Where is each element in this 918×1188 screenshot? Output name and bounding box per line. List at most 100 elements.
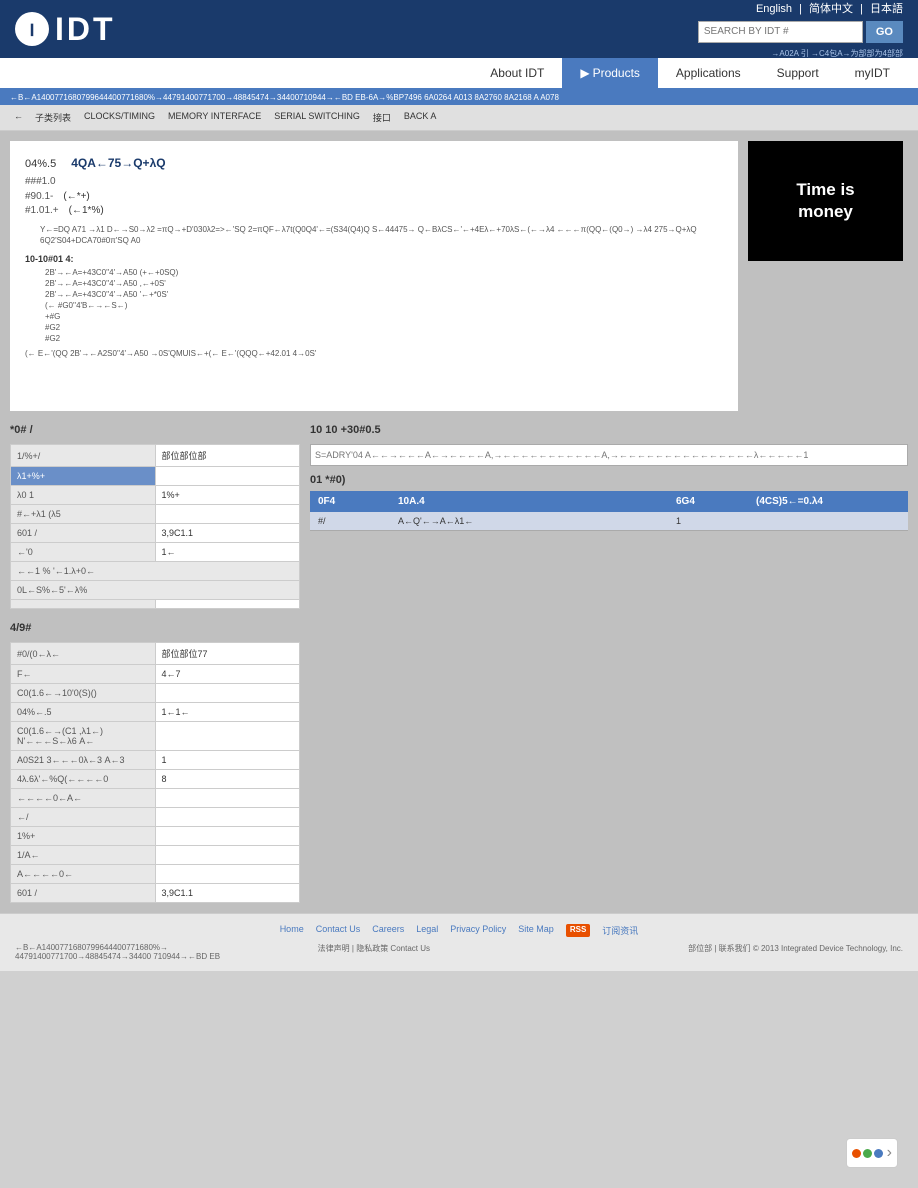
subnav-item-2[interactable]: CLOCKS/TIMING [79,109,160,126]
form-row: 0L←S%←5'←λ% [11,581,300,600]
col-header-4: (4CS)5←=0.λ4 [748,491,908,512]
list-item-3: 2B'→←A=+43C0''4'→A50 '←+*0S' [45,290,723,299]
order-form-full-table: #0/(0←λ← 部位部位77 F← 4←7 C0(1.6←→10'0(S)()… [10,642,300,903]
footer-col1-text: ←B←A1400771680799644400771680%→ 44791400… [15,943,220,961]
footer-link-privacy[interactable]: Privacy Policy [450,924,506,937]
lang-jp[interactable]: 日本語 [870,3,903,15]
order-form-table: 1/%+/ 部位部位部 λ1+%+ λ0 1 1%+ #←+λ1 (λ5 601… [10,444,300,609]
logo-text: IDT [55,11,116,48]
dot-green [863,1149,872,1158]
list-item-1: 2B'→←A=+43C0''4'→A50 (+←+0SQ) [45,268,723,277]
search-full-input[interactable] [315,450,903,460]
ticker-text: ←B←A1400771680799644400771680%→447914007… [10,93,559,102]
footer-link-legal[interactable]: Legal [416,924,438,937]
search-area: GO [698,21,903,43]
scroll-widget[interactable]: › [846,1138,898,1168]
subnav-item-5[interactable]: 接口 [368,109,396,126]
form-row: λ1+%+ [11,467,300,486]
subnav-item-6[interactable]: BACK A [399,109,442,126]
order-row: F← 4←7 [11,665,300,684]
order-row: ←/ [11,808,300,827]
order-row: 04%←.5 1←1← [11,703,300,722]
product-detail-box: 04%.5 4QA←75→Q+λQ ###1.0 #90.1- (←*+) #1… [10,141,738,411]
search-box-container [310,444,908,466]
header: ❙ IDT English | 简体中文 | 日本語 GO →A02A 引 →C… [0,0,918,58]
footer-col2: 法律声明 | 隐私政策 Contact Us [318,943,601,961]
part-number-row: 04%.5 4QA←75→Q+λQ [25,156,723,170]
footer: Home Contact Us Careers Legal Privacy Po… [0,913,918,971]
order-form-title: 4/9# [10,619,908,637]
search-button[interactable]: GO [866,21,903,43]
order-row: 4λ.6λ'←%Q(←←←←0 8 [11,770,300,789]
subnav-item-1[interactable]: 子类列表 [30,109,76,126]
order-row: C0(1.6←→(C1 ,λ1←) N'←←←S←λ6 A← [11,722,300,751]
footer-link-home[interactable]: Home [280,924,304,937]
product-note: (← E←'(QQ 2B'→←A2S0''4'→A50 →0S'QMUIS←+(… [25,349,723,358]
footer-link-careers[interactable]: Careers [372,924,404,937]
subnav-item-4[interactable]: SERIAL SWITCHING [269,109,365,126]
list-item-2: 2B'→←A=+43C0''4'→A50 ,←+0S' [45,279,723,288]
scroll-arrow-icon[interactable]: › [887,1144,892,1162]
footer-links: Home Contact Us Careers Legal Privacy Po… [15,924,903,937]
dot-red [852,1149,861,1158]
logo-icon: ❙ [15,12,49,46]
col-header-3: 6G4 [668,491,748,512]
form-row [11,600,300,609]
footer-link-sitemap[interactable]: Site Map [518,924,554,937]
form-row: ←←1 % '←1.λ+0← [11,562,300,581]
col-header-2: 10A.4 [390,491,668,512]
nav-item-myidt[interactable]: myIDT [837,58,908,88]
lang-en[interactable]: English [756,3,792,15]
ad-text: Time is money [796,179,854,223]
results-title: 01 *#0) [310,474,908,486]
subtitle2: #90.1- [25,191,53,202]
logo-area: ❙ IDT [15,11,116,48]
bottom-section: *0# / 1/%+/ 部位部位部 λ1+%+ λ0 1 1%+ #←+λ1 (… [0,421,918,619]
ticker-bar: ←B←A1400771680799644400771680%→447914007… [0,90,918,105]
header-right: English | 简体中文 | 日本語 GO →A02A 引 →C4包A→为部… [698,0,903,59]
search-results-section: 10 10 +30#0.5 01 *#0) 0F4 10A.4 6G4 (4CS… [310,421,908,609]
part-num-value: 4QA←75→Q+λQ [71,156,165,170]
subnav: ← 子类列表 CLOCKS/TIMING MEMORY INTERFACE SE… [0,105,918,131]
product-desc: Y←=DQ A71 →λ1 D←→S0→λ2 =πQ→+D'030λ2=>←'S… [40,224,723,246]
language-bar: English | 简体中文 | 日本語 [756,0,903,16]
order-form-section: 4/9# #0/(0←λ← 部位部位77 F← 4←7 C0(1.6←→10'0… [0,619,918,913]
main-area: 04%.5 4QA←75→Q+λQ ###1.0 #90.1- (←*+) #1… [0,131,918,421]
footer-link-contact[interactable]: Contact Us [316,924,361,937]
list-item-4: (← #G0''4'B←→←S←) [45,301,723,310]
order-row: ←←←←0←A← [11,789,300,808]
nav-item-about[interactable]: About IDT [472,58,562,88]
footer-columns: ←B←A1400771680799644400771680%→ 44791400… [15,943,903,961]
subtitle3-val: (←1*%) [69,205,104,216]
order-row: #0/(0←λ← 部位部位77 [11,643,300,665]
subnav-item-3[interactable]: MEMORY INTERFACE [163,109,266,126]
ad-box[interactable]: Time is money [748,141,903,261]
dot-blue [874,1149,883,1158]
header-sub-text: →A02A 引 →C4包A→为部部为4部部 [771,48,903,59]
subtitle1: ###1.0 [25,176,723,187]
list-header: 10-10#01 4: [25,254,723,264]
lang-cn[interactable]: 简体中文 [809,3,853,15]
footer-col2-text: 法律声明 | 隐私政策 Contact Us [318,944,430,953]
search-input[interactable] [698,21,863,43]
order-row: 601 / 3,9C1.1 [11,884,300,903]
results-table: 0F4 10A.4 6G4 (4CS)5←=0.λ4 #/ A←Q'←→A←λ1… [310,491,908,531]
order-row: 1/A← [11,846,300,865]
nav-item-products[interactable]: ▶ Products [562,58,658,88]
subnav-back[interactable]: ← [10,109,27,126]
order-row: A0S21 3←←←0λ←3 A←3 1 [11,751,300,770]
rss-badge[interactable]: RSS [566,924,590,937]
list-item-7: #G2 [45,334,723,343]
nav-item-applications[interactable]: Applications [658,58,759,88]
footer-col1: ←B←A1400771680799644400771680%→ 44791400… [15,943,298,961]
subtitle3-row: #1.01.+ (←1*%) [25,205,723,216]
footer-rss-link: 订阅资讯 [602,924,638,937]
form-row: ←'0 1← [11,543,300,562]
order-row: C0(1.6←→10'0(S)() [11,684,300,703]
order-row: 1%+ [11,827,300,846]
form-row: 601 / 3,9C1.1 [11,524,300,543]
footer-col3: 部位部 | 联系我们 © 2013 Integrated Device Tech… [620,943,903,961]
nav-item-support[interactable]: Support [759,58,837,88]
part-num-label: 04%.5 [25,158,56,170]
table-row: #/ A←Q'←→A←λ1← 1 [310,512,908,531]
